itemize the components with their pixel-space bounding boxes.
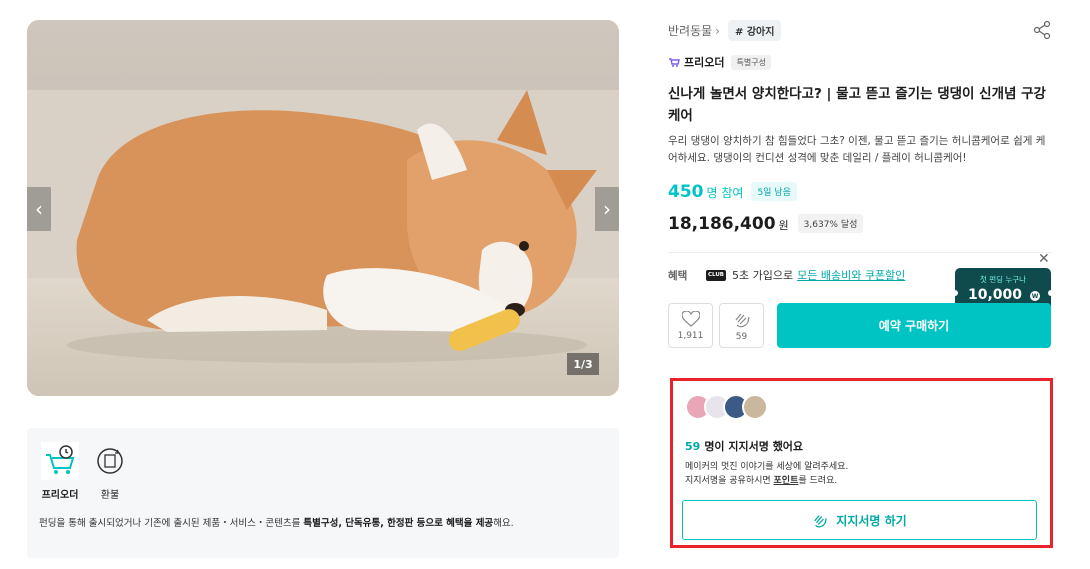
preorder-label: 프리오더 bbox=[684, 56, 725, 69]
participant-unit: 명 참여 bbox=[706, 186, 744, 200]
project-type-info: 프리오더 환불 펀딩을 통해 출시되었거나 기존에 출시된 제품・서비스・콘텐츠… bbox=[27, 428, 619, 558]
image-counter: 1/3 bbox=[567, 353, 599, 375]
reserve-purchase-button[interactable]: 예약 구매하기 bbox=[777, 303, 1051, 348]
benefit-text: 5초 가입으로 bbox=[732, 269, 794, 282]
share-button[interactable] bbox=[1032, 20, 1052, 40]
chevron-right-icon: › bbox=[715, 23, 720, 38]
clap-count: 59 bbox=[735, 331, 748, 342]
chevron-left-icon: ‹ bbox=[35, 197, 43, 221]
like-count: 1,911 bbox=[677, 330, 704, 341]
sign-support-button[interactable]: 지지서명 하기 bbox=[682, 500, 1037, 540]
carousel-next-button[interactable]: › bbox=[595, 187, 619, 231]
coupon-amount: 10,000 bbox=[968, 287, 1023, 303]
participant-count: 450 bbox=[668, 182, 704, 202]
clap-icon bbox=[814, 515, 828, 528]
club-logo: CLUB bbox=[706, 269, 726, 281]
benefit-row: 혜택 CLUB 5초 가입으로 모든 배송비와 쿠폰할인 bbox=[668, 267, 905, 283]
special-edition-badge: 특별구성 bbox=[731, 54, 771, 70]
clap-icon bbox=[735, 313, 750, 327]
achievement-badge: 3,637% 달성 bbox=[797, 214, 864, 233]
clap-button[interactable]: 59 bbox=[719, 303, 764, 348]
preorder-type[interactable]: 프리오더 bbox=[40, 442, 80, 501]
support-signature-panel: 59 명이 지지서명 했어요 메이커의 멋진 이야기를 세상에 알려주세요. 지지… bbox=[670, 378, 1053, 548]
carousel-prev-button[interactable]: ‹ bbox=[27, 187, 51, 231]
amount-unit: 원 bbox=[778, 219, 789, 232]
preorder-icon bbox=[669, 58, 680, 67]
project-type-description: 펀딩을 통해 출시되었거나 기존에 출시된 제품・서비스・콘텐츠를 특별구성, … bbox=[39, 518, 514, 529]
chevron-right-icon: › bbox=[603, 197, 611, 221]
coupon-notch-left bbox=[952, 290, 958, 296]
divider bbox=[668, 252, 1052, 253]
support-description: 메이커의 멋진 이야기를 세상에 알려주세요. 지지서명을 공유하시면 포인트를… bbox=[685, 462, 849, 486]
breadcrumb-category[interactable]: 반려동물 bbox=[668, 22, 712, 39]
cart-clock-icon bbox=[41, 442, 79, 480]
avatar bbox=[742, 394, 768, 420]
refund-type[interactable]: 환불 bbox=[90, 442, 130, 501]
days-left-badge: 5일 남음 bbox=[751, 182, 797, 201]
won-icon: W bbox=[1030, 291, 1040, 301]
category-tag[interactable]: # 강아지 bbox=[727, 20, 782, 41]
preorder-row: 프리오더 특별구성 bbox=[668, 54, 771, 70]
support-count: 59 bbox=[685, 440, 701, 453]
amount-row: 18,186,400 원 3,637% 달성 bbox=[668, 214, 864, 235]
project-title: 신나게 놀면서 양치한다고? | 물고 뜯고 즐기는 댕댕이 신개념 구강케어 bbox=[668, 86, 1046, 124]
heart-icon bbox=[681, 310, 700, 327]
project-description: 우리 댕댕이 양치하기 참 힘들었다 그초? 이젠, 물고 뜯고 즐기는 허니콤… bbox=[668, 135, 1046, 164]
refund-icon bbox=[91, 442, 129, 480]
close-icon[interactable]: ✕ bbox=[1038, 251, 1050, 267]
like-button[interactable]: 1,911 bbox=[668, 303, 713, 348]
corgi-photo bbox=[27, 20, 619, 396]
funded-amount: 18,186,400 bbox=[668, 214, 776, 234]
coupon-notch-right bbox=[1048, 290, 1054, 296]
coupon-caption: 첫 펀딩 누구나 bbox=[979, 275, 1027, 284]
supporter-avatars bbox=[685, 394, 768, 420]
benefit-label: 혜택 bbox=[668, 269, 688, 282]
benefit-link[interactable]: 모든 배송비와 쿠폰할인 bbox=[797, 267, 905, 283]
breadcrumb: 반려동물 › # 강아지 bbox=[668, 20, 782, 41]
participants-row: 450 명 참여 5일 남음 bbox=[668, 182, 797, 203]
share-icon bbox=[1033, 20, 1051, 40]
product-image: ‹ › 1/3 bbox=[27, 20, 619, 396]
support-count-title: 59 명이 지지서명 했어요 bbox=[685, 440, 804, 453]
